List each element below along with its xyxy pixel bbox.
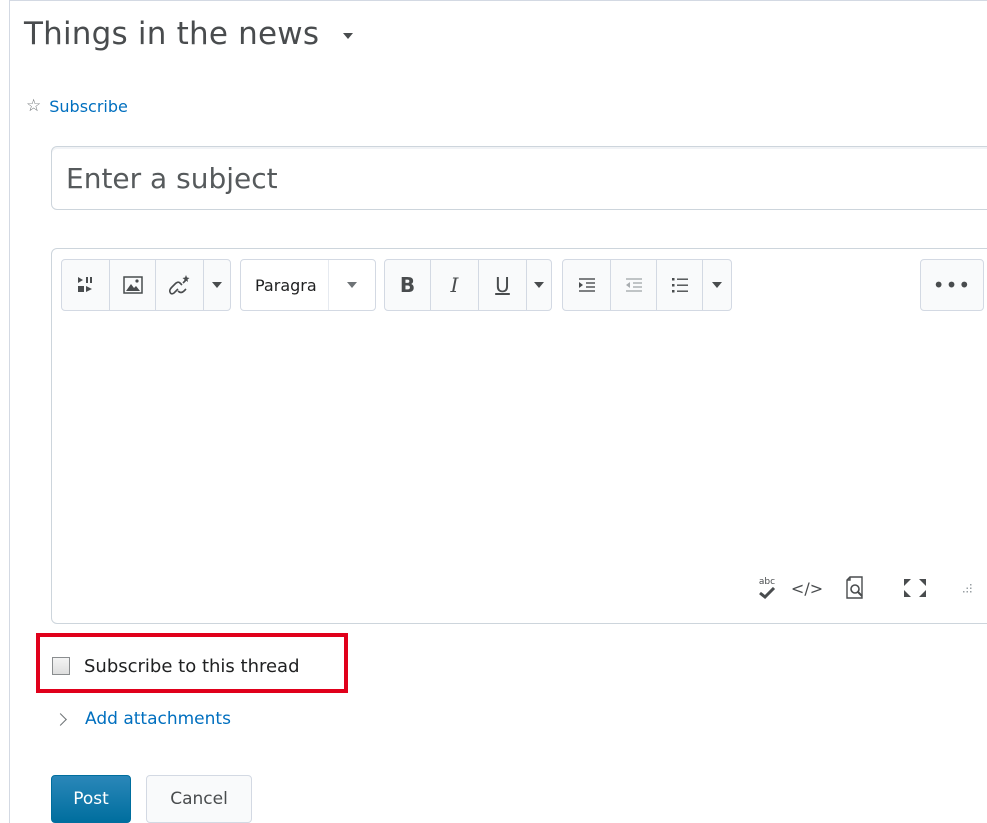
subscribe-thread-label: Subscribe to this thread — [84, 655, 300, 677]
underline-icon: U — [495, 273, 510, 297]
resize-handle[interactable] — [958, 575, 974, 601]
insert-image-button[interactable] — [110, 260, 156, 310]
topic-title-row[interactable]: Things in the news — [24, 10, 354, 58]
resize-handle-icon — [963, 584, 972, 593]
check-icon — [759, 586, 776, 599]
chevron-down-icon — [347, 282, 357, 288]
format-select[interactable]: Paragra — [240, 259, 376, 311]
underline-button[interactable]: U — [479, 260, 527, 310]
preview-icon — [846, 576, 863, 599]
preview-button[interactable] — [842, 575, 868, 601]
format-select-value: Paragra — [241, 260, 329, 310]
subscribe-thread-checkbox[interactable] — [52, 657, 70, 675]
insert-dropdown-button[interactable] — [204, 260, 230, 310]
italic-icon: I — [450, 273, 459, 297]
source-code-button[interactable]: </> — [790, 575, 824, 601]
chevron-down-icon — [534, 282, 544, 288]
topic-title: Things in the news — [24, 16, 320, 52]
cancel-button[interactable]: Cancel — [146, 775, 252, 823]
insert-link-icon — [168, 275, 189, 295]
chevron-right-icon — [54, 712, 67, 726]
subscribe-thread-option[interactable]: Subscribe to this thread — [52, 655, 300, 677]
fullscreen-button[interactable] — [900, 575, 930, 601]
outdent-button[interactable] — [611, 260, 657, 310]
indent-icon — [578, 278, 595, 292]
paragraph-toolbar-group — [562, 259, 732, 311]
insert-media-icon — [77, 277, 92, 292]
bullet-list-icon — [671, 278, 688, 293]
insert-media-button[interactable] — [62, 260, 110, 310]
chevron-down-icon — [712, 282, 722, 288]
bullet-list-button[interactable] — [657, 260, 703, 310]
insert-toolbar-group — [61, 259, 231, 311]
chevron-down-icon[interactable] — [343, 33, 354, 39]
insert-image-icon — [122, 276, 143, 294]
editor-status-bar: abc </> — [52, 575, 987, 601]
spellcheck-icon: abc — [758, 576, 776, 587]
spellcheck-button[interactable]: abc — [756, 575, 778, 601]
post-button[interactable]: Post — [51, 775, 131, 823]
add-attachments-link[interactable]: Add attachments — [85, 709, 231, 729]
more-options-button[interactable]: ••• — [920, 259, 984, 311]
italic-button[interactable]: I — [431, 260, 479, 310]
text-style-toolbar-group: B I U — [384, 259, 552, 311]
subscribe-link[interactable]: Subscribe — [49, 97, 128, 116]
subject-field[interactable] — [51, 146, 987, 210]
subscribe-link-row[interactable]: ☆ Subscribe — [26, 93, 128, 119]
format-select-arrow[interactable] — [329, 282, 375, 288]
source-code-icon: </> — [790, 578, 824, 598]
more-icon: ••• — [932, 273, 972, 297]
paragraph-dropdown-button[interactable] — [703, 260, 731, 310]
bold-button[interactable]: B — [385, 260, 431, 310]
text-style-dropdown-button[interactable] — [527, 260, 551, 310]
star-icon: ☆ — [26, 95, 42, 116]
html-editor[interactable]: Paragra B I U ••• abc </> — [51, 248, 987, 624]
insert-link-button[interactable] — [156, 260, 204, 310]
fullscreen-icon — [904, 579, 926, 597]
bold-icon: B — [399, 273, 416, 297]
outdent-icon — [625, 278, 642, 292]
subject-input[interactable] — [64, 160, 987, 196]
chevron-down-icon — [212, 282, 222, 288]
indent-button[interactable] — [563, 260, 611, 310]
add-attachments-row[interactable]: Add attachments — [54, 706, 231, 732]
